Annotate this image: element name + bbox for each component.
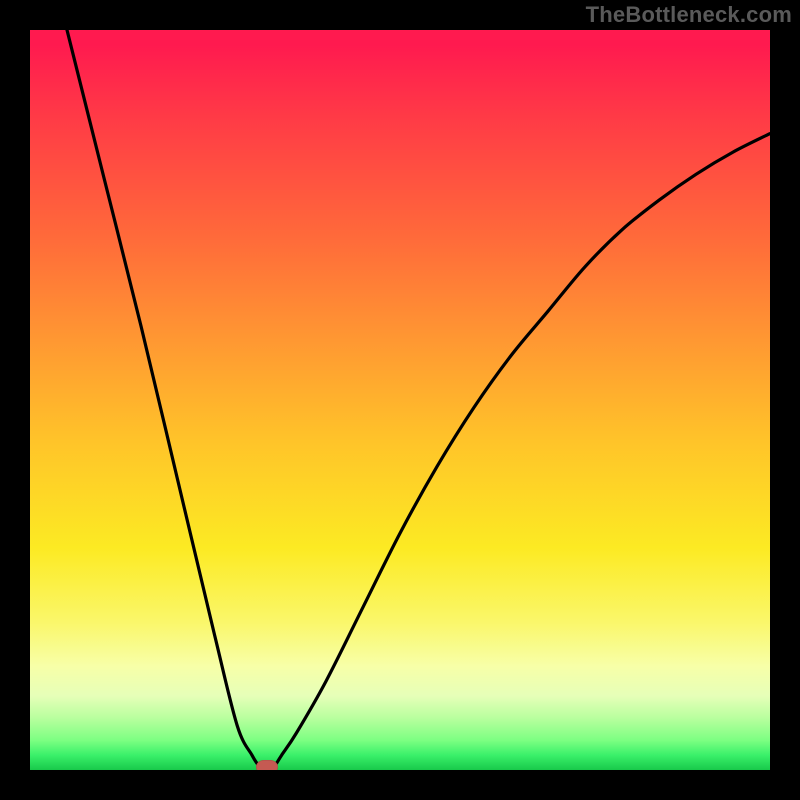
optimal-point-marker (256, 760, 278, 770)
plot-area (30, 30, 770, 770)
chart-frame: TheBottleneck.com (0, 0, 800, 800)
bottleneck-curve (67, 30, 770, 770)
curve-svg (30, 30, 770, 770)
watermark-label: TheBottleneck.com (586, 2, 792, 28)
